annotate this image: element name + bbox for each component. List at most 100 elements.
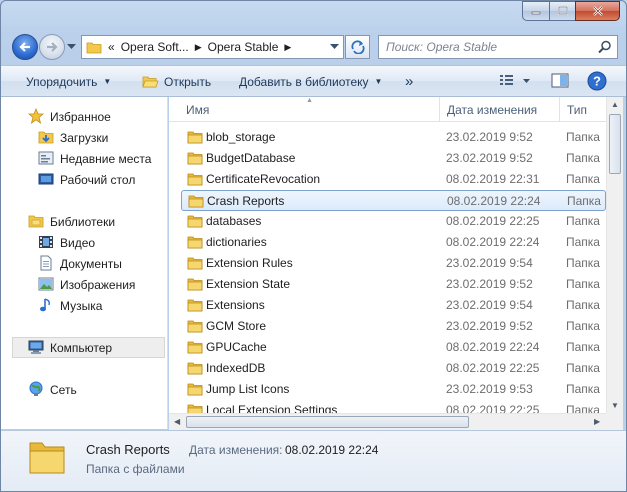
file-row[interactable]: Crash Reports 08.02.2019 22:24 Папка: [181, 190, 606, 211]
nav-documents-label: Документы: [60, 257, 122, 271]
preview-pane-button[interactable]: [550, 70, 570, 95]
nav-documents[interactable]: Документы: [1, 253, 168, 274]
column-type[interactable]: Тип: [567, 103, 587, 117]
nav-recent-places[interactable]: Недавние места: [1, 148, 168, 169]
refresh-icon: [351, 40, 364, 54]
chevron-down-icon: ▼: [103, 77, 112, 86]
file-name: GCM Store: [206, 319, 267, 333]
file-date: 08.02.2019 22:24: [446, 235, 540, 249]
file-date: 08.02.2019 22:31: [446, 172, 540, 186]
network-icon: [29, 381, 43, 396]
details-type: Папка с файлами: [86, 462, 185, 476]
breadcrumb-opera-software[interactable]: Opera Soft...: [121, 40, 189, 54]
chevron-right-icon[interactable]: ▶: [284, 42, 291, 53]
file-row[interactable]: CertificateRevocation 08.02.2019 22:31 Пап…: [181, 169, 606, 190]
file-type: Папка: [566, 151, 600, 165]
column-divider[interactable]: [559, 97, 560, 121]
folder-icon: [187, 256, 203, 273]
folder-icon: [187, 214, 203, 231]
nav-computer[interactable]: Компьютер: [12, 337, 165, 358]
nav-desktop[interactable]: Рабочий стол: [1, 169, 168, 190]
vertical-scrollbar[interactable]: ▲ ▼: [606, 97, 623, 413]
nav-video[interactable]: Видео: [1, 232, 168, 253]
file-name: BudgetDatabase: [206, 151, 296, 165]
nav-images[interactable]: Изображения: [1, 274, 168, 295]
scroll-right-icon[interactable]: ▶: [594, 417, 600, 426]
nav-music[interactable]: Музыка: [1, 295, 168, 316]
explorer-window: « Opera Soft... ▶ Opera Stable ▶ Поиск: …: [0, 0, 627, 492]
file-name: dictionaries: [206, 235, 267, 249]
file-row[interactable]: databases 08.02.2019 22:25 Папка: [181, 211, 606, 232]
file-row[interactable]: BudgetDatabase 23.02.2019 9:52 Папка: [181, 148, 606, 169]
file-name: Extension State: [206, 277, 291, 291]
nav-video-label: Видео: [60, 236, 96, 250]
folder-icon: [188, 194, 204, 211]
recent-pages-dropdown-icon[interactable]: [67, 44, 76, 50]
file-date: 08.02.2019 22:24: [447, 194, 541, 208]
file-row[interactable]: blob_storage 23.02.2019 9:52 Папка: [181, 127, 606, 148]
maximize-button[interactable]: [549, 1, 575, 21]
file-date: 23.02.2019 9:54: [446, 298, 533, 312]
video-icon: [39, 236, 53, 248]
back-arrow-icon: [19, 42, 30, 52]
file-row[interactable]: IndexedDB 08.02.2019 22:25 Папка: [181, 358, 606, 379]
search-icon[interactable]: [598, 40, 612, 54]
file-row[interactable]: GPUCache 08.02.2019 22:24 Папка: [181, 337, 606, 358]
scroll-down-icon[interactable]: ▼: [611, 401, 619, 410]
refresh-button[interactable]: [345, 35, 370, 59]
file-row[interactable]: Extensions 23.02.2019 9:54 Папка: [181, 295, 606, 316]
file-name: blob_storage: [206, 130, 276, 144]
maximize-icon: [557, 6, 568, 15]
file-row[interactable]: Extension State 23.02.2019 9:52 Папка: [181, 274, 606, 295]
file-date: 23.02.2019 9:52: [446, 130, 533, 144]
view-details-icon: [500, 75, 530, 85]
breadcrumb-opera-stable[interactable]: Opera Stable: [208, 40, 279, 54]
nav-downloads[interactable]: Загрузки: [1, 127, 168, 148]
help-button[interactable]: ?: [586, 70, 608, 95]
horizontal-scroll-thumb[interactable]: [186, 416, 469, 428]
nav-desktop-label: Рабочий стол: [60, 173, 136, 187]
add-to-library-button[interactable]: Добавить в библиотеку ▼: [239, 66, 382, 97]
close-button[interactable]: [575, 1, 620, 21]
horizontal-scrollbar[interactable]: ◀ ▶: [169, 413, 606, 430]
column-divider[interactable]: [439, 97, 440, 121]
column-name[interactable]: Имя: [186, 103, 209, 117]
vertical-scroll-thumb[interactable]: [609, 114, 621, 174]
recent-places-icon: [38, 151, 54, 165]
nav-recent-places-label: Недавние места: [60, 152, 152, 166]
file-type: Папка: [566, 277, 600, 291]
chevron-down-icon: ▼: [374, 77, 383, 86]
forward-button[interactable]: [39, 34, 65, 60]
scroll-left-icon[interactable]: ◀: [174, 417, 180, 426]
organize-label: Упорядочить: [26, 74, 98, 89]
nav-libraries[interactable]: Библиотеки: [1, 211, 168, 232]
open-label: Открыть: [164, 74, 212, 89]
search-input[interactable]: Поиск: Opera Stable: [378, 35, 618, 59]
minimize-button[interactable]: [522, 1, 549, 21]
chevron-right-icon[interactable]: ▶: [195, 42, 202, 53]
file-date: 23.02.2019 9:52: [446, 277, 533, 291]
change-view-button[interactable]: [498, 70, 532, 95]
file-name: Extension Rules: [206, 256, 293, 270]
address-overflow[interactable]: «: [108, 40, 115, 54]
more-commands-button[interactable]: »: [405, 66, 413, 97]
address-dropdown-icon[interactable]: [330, 44, 339, 50]
file-row[interactable]: GCM Store 23.02.2019 9:52 Папка: [181, 316, 606, 337]
organize-button[interactable]: Упорядочить ▼: [26, 66, 111, 97]
back-button[interactable]: [12, 34, 38, 60]
libraries-icon: [28, 215, 44, 228]
file-row[interactable]: dictionaries 08.02.2019 22:24 Папка: [181, 232, 606, 253]
folder-icon: [187, 130, 203, 147]
downloads-folder-icon: [38, 131, 54, 144]
details-date-label: Дата изменения:: [189, 443, 283, 457]
open-folder-icon: [142, 76, 159, 87]
file-row[interactable]: Jump List Icons 23.02.2019 9:53 Папка: [181, 379, 606, 400]
nav-favorites[interactable]: Избранное: [1, 106, 168, 127]
file-row[interactable]: Extension Rules 23.02.2019 9:54 Папка: [181, 253, 606, 274]
nav-network[interactable]: Сеть: [1, 379, 168, 400]
scroll-up-icon[interactable]: ▲: [611, 100, 619, 109]
address-bar[interactable]: « Opera Soft... ▶ Opera Stable ▶: [81, 35, 344, 59]
column-date[interactable]: Дата изменения: [447, 103, 537, 117]
file-type: Папка: [566, 172, 600, 186]
open-button[interactable]: Открыть: [142, 66, 211, 97]
